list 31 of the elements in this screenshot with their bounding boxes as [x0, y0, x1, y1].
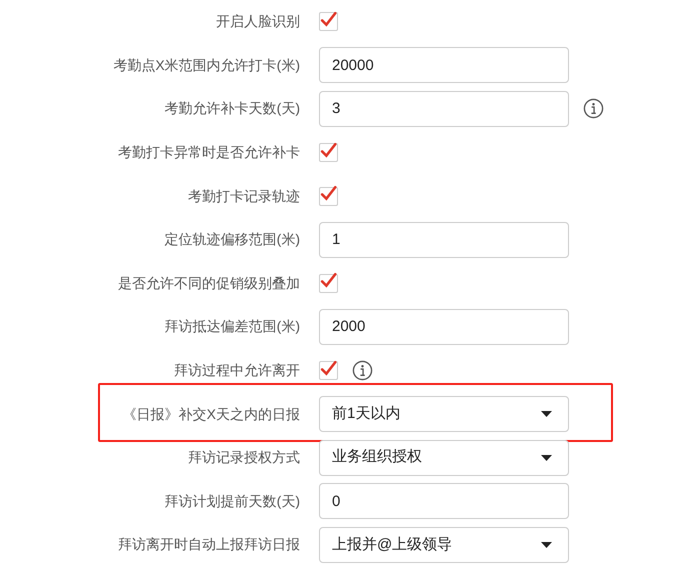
caret-icon: [541, 454, 552, 461]
caret-icon: [541, 542, 552, 548]
field-label: 考勤打卡记录轨迹: [187, 186, 300, 206]
input-field[interactable]: 3: [319, 90, 569, 127]
checkbox[interactable]: [319, 274, 338, 293]
caret-icon: [541, 411, 552, 418]
field-label: 拜访过程中允许离开: [173, 361, 300, 380]
info-icon[interactable]: [583, 98, 604, 120]
field-label: 考勤允许补卡天数(天): [164, 99, 300, 118]
input-field[interactable]: 20000: [319, 47, 569, 84]
field-label: 开启人脸识别: [215, 12, 300, 32]
input-field[interactable]: 2000: [319, 308, 569, 345]
field-label: 拜访离开时自动上报拜访日报: [117, 535, 300, 554]
checkbox[interactable]: [319, 143, 338, 162]
dropdown[interactable]: 业务组织授权: [319, 440, 569, 476]
field-label: 考勤打卡异常时是否允许补卡: [117, 143, 300, 162]
input-field[interactable]: 1: [319, 222, 569, 258]
info-icon[interactable]: [352, 360, 373, 382]
field-label: 拜访抵达偏差范围(米): [164, 317, 300, 336]
dropdown[interactable]: 前1天以内: [319, 396, 569, 432]
checkbox[interactable]: [319, 186, 338, 206]
field-label: 考勤点X米范围内允许打卡(米): [112, 56, 300, 75]
checkbox[interactable]: [319, 361, 338, 380]
field-label: 定位轨迹偏移范围(米): [164, 230, 300, 250]
field-label: 《日报》补交X天之内的日报: [122, 404, 300, 424]
field-label: 拜访计划提前天数(天): [164, 492, 300, 511]
checkbox[interactable]: [319, 12, 338, 32]
dropdown[interactable]: 上报并@上级领导: [319, 526, 569, 563]
field-label: 是否允许不同的促销级别叠加: [117, 274, 300, 293]
input-field[interactable]: 0: [319, 483, 569, 520]
field-label: 拜访记录授权方式: [187, 448, 300, 468]
